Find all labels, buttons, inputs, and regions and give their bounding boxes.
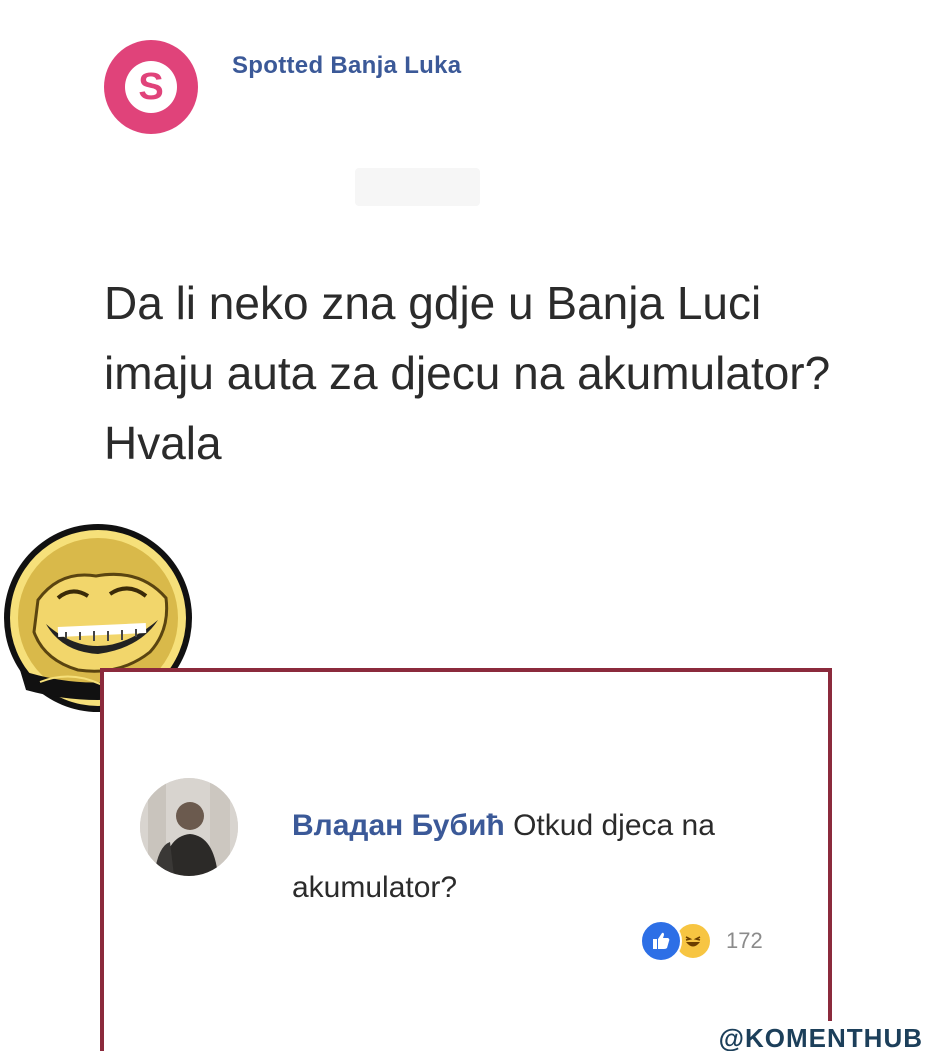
blurred-timestamp: [355, 168, 480, 206]
page-avatar-letter: S: [125, 61, 177, 113]
comment-body: Владан Бубић Otkud djeca na akumulator?: [292, 795, 812, 919]
meme-screenshot: S Spotted Banja Luka Da li neko zna gdje…: [0, 0, 929, 1051]
reaction-count: 172: [726, 928, 763, 953]
watermark-logo: @KOMENTHUB: [708, 1021, 929, 1051]
comment-author-link[interactable]: Владан Бубић: [292, 809, 505, 842]
page-name-link[interactable]: Spotted Banja Luka: [232, 52, 461, 80]
person-photo-icon: [140, 778, 238, 876]
commenter-avatar[interactable]: [140, 778, 238, 876]
reaction-summary[interactable]: 172: [640, 920, 763, 962]
post-text: Da li neko zna gdje u Banja Luci imaju a…: [104, 277, 831, 469]
like-icon: [640, 920, 682, 962]
page-avatar[interactable]: S: [104, 40, 198, 134]
